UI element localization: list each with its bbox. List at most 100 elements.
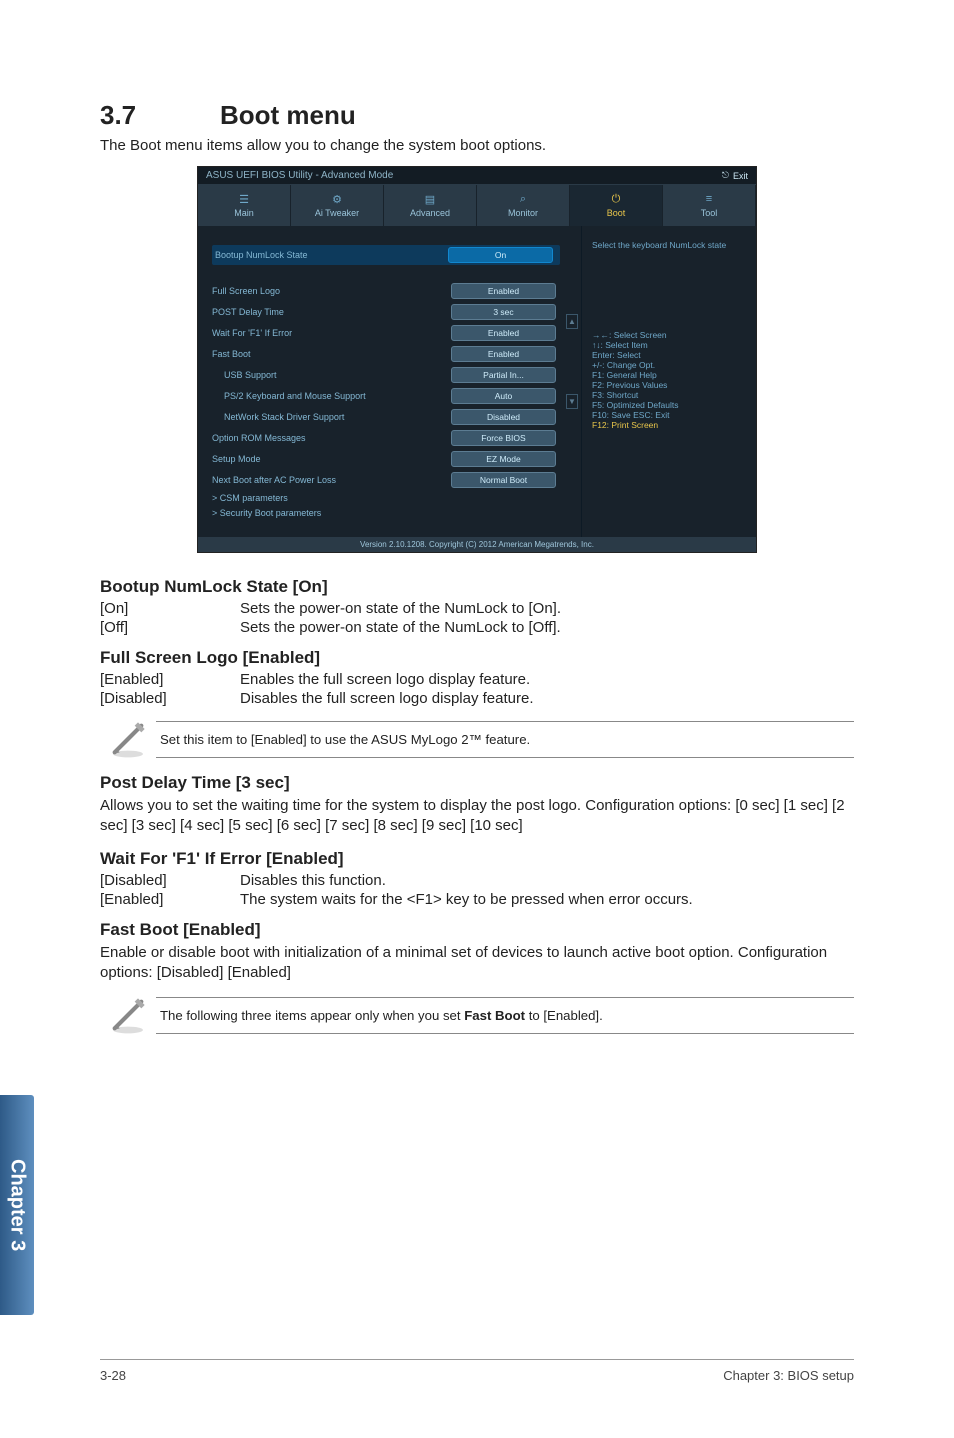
- post-delay-body: Allows you to set the waiting time for t…: [100, 796, 854, 837]
- bios-version-text: Version 2.10.1208. Copyright (C) 2012 Am…: [198, 537, 756, 552]
- section-title: Boot menu: [220, 100, 356, 130]
- row-network-stack[interactable]: NetWork Stack Driver SupportDisabled: [212, 409, 560, 425]
- opt-off-key: [Off]: [100, 619, 240, 636]
- opt-on-key: [On]: [100, 600, 240, 617]
- key-general-help: F1: General Help: [592, 370, 746, 380]
- submenu-security-boot[interactable]: > Security Boot parameters: [212, 508, 560, 518]
- footer-chapter: Chapter 3: BIOS setup: [723, 1368, 854, 1383]
- tab-tool[interactable]: ≡ Tool: [663, 185, 756, 226]
- note-icon: [100, 719, 156, 759]
- exit-icon: ⎋: [722, 170, 729, 181]
- row-ps2-support[interactable]: PS/2 Keyboard and Mouse SupportAuto: [212, 388, 560, 404]
- opt-enabled-key: [Enabled]: [100, 671, 240, 688]
- row-setup-label: Setup Mode: [212, 454, 451, 464]
- key-change-opt: +/-: Change Opt.: [592, 360, 746, 370]
- row-rom-label: Option ROM Messages: [212, 433, 451, 443]
- scroll-down-icon[interactable]: ▼: [566, 394, 578, 409]
- lead-text: The Boot menu items allow you to change …: [100, 137, 854, 154]
- row-usb-support[interactable]: USB SupportPartial In...: [212, 367, 560, 383]
- opt-f1-enabled-desc: The system waits for the <F1> key to be …: [240, 891, 693, 908]
- row-numlock[interactable]: Bootup NumLock StateOn: [212, 245, 560, 265]
- opt-on-desc: Sets the power-on state of the NumLock t…: [240, 600, 561, 617]
- row-ps2-value: Auto: [451, 388, 556, 404]
- submenu-csm[interactable]: > CSM parameters: [212, 493, 560, 503]
- key-select-screen: →←: Select Screen: [592, 330, 746, 340]
- chapter-sidebar: Chapter 3: [0, 1095, 34, 1315]
- row-net-value: Disabled: [451, 409, 556, 425]
- tab-main[interactable]: ☰Main: [198, 185, 291, 226]
- row-rom-value: Force BIOS: [451, 430, 556, 446]
- row-usb-value: Partial In...: [451, 367, 556, 383]
- note-icon: [100, 995, 156, 1035]
- bios-exit-button[interactable]: ⎋ Exit: [722, 170, 748, 181]
- key-shortcut: F3: Shortcut: [592, 390, 746, 400]
- key-previous-values: F2: Previous Values: [592, 380, 746, 390]
- key-optimized-defaults: F5: Optimized Defaults: [592, 400, 746, 410]
- tab-advanced[interactable]: ▤ Advanced: [384, 185, 477, 226]
- tab-main-label: Main: [202, 208, 286, 218]
- opt-disabled-desc: Disables the full screen logo display fe…: [240, 690, 534, 707]
- tab-monitor[interactable]: ⌕ Monitor: [477, 185, 570, 226]
- bios-screenshot: ASUS UEFI BIOS Utility - Advanced Mode ⎋…: [197, 166, 757, 553]
- row-delay-label: POST Delay Time: [212, 307, 451, 317]
- tool-icon: ≡: [667, 193, 751, 205]
- row-net-label: NetWork Stack Driver Support: [212, 412, 451, 422]
- row-wait-f1[interactable]: Wait For 'F1' If ErrorEnabled: [212, 325, 560, 341]
- heading-numlock: Bootup NumLock State [On]: [100, 577, 854, 597]
- page-number: 3-28: [100, 1368, 126, 1383]
- row-numlock-label: Bootup NumLock State: [215, 250, 448, 260]
- note-fast-prefix: The following three items appear only wh…: [160, 1008, 464, 1023]
- tab-boot-label: Boot: [574, 208, 658, 218]
- row-fast-boot[interactable]: Fast BootEnabled: [212, 346, 560, 362]
- row-f1-value: Enabled: [451, 325, 556, 341]
- row-setup-value: EZ Mode: [451, 451, 556, 467]
- opt-f1-enabled-key: [Enabled]: [100, 891, 240, 908]
- row-f1-label: Wait For 'F1' If Error: [212, 328, 451, 338]
- heading-post-delay: Post Delay Time [3 sec]: [100, 773, 854, 793]
- fast-boot-body: Enable or disable boot with initializati…: [100, 943, 854, 984]
- exit-label: Exit: [733, 171, 748, 181]
- opt-disabled-key: [Disabled]: [100, 690, 240, 707]
- opt-off-desc: Sets the power-on state of the NumLock t…: [240, 619, 561, 636]
- chip-icon: ▤: [388, 193, 472, 205]
- tab-ai-tweaker[interactable]: ⚙Ai Tweaker: [291, 185, 384, 226]
- note-mylogo: Set this item to [Enabled] to use the AS…: [100, 719, 854, 759]
- row-fast-label: Fast Boot: [212, 349, 451, 359]
- tweak-icon: ⚙: [295, 193, 379, 205]
- note-fast-boot-text: The following three items appear only wh…: [156, 997, 854, 1034]
- row-post-delay[interactable]: POST Delay Time3 sec: [212, 304, 560, 320]
- row-ps2-label: PS/2 Keyboard and Mouse Support: [212, 391, 451, 401]
- row-numlock-value: On: [448, 247, 553, 263]
- page-footer: 3-28 Chapter 3: BIOS setup: [100, 1359, 854, 1383]
- key-save-exit: F10: Save ESC: Exit: [592, 410, 746, 420]
- row-next-boot-ac[interactable]: Next Boot after AC Power LossNormal Boot: [212, 472, 560, 488]
- note-fast-boot: The following three items appear only wh…: [100, 995, 854, 1035]
- row-acloss-value: Normal Boot: [451, 472, 556, 488]
- tab-monitor-label: Monitor: [481, 208, 565, 218]
- tab-boot[interactable]: ⏻ Boot: [570, 185, 663, 226]
- note-fast-suffix: to [Enabled].: [525, 1008, 603, 1023]
- row-setup-mode[interactable]: Setup ModeEZ Mode: [212, 451, 560, 467]
- row-logo-label: Full Screen Logo: [212, 286, 451, 296]
- tab-tool-label: Tool: [667, 208, 751, 218]
- tab-advanced-label: Advanced: [388, 208, 472, 218]
- section-heading: 3.7Boot menu: [100, 100, 854, 131]
- key-enter: Enter: Select: [592, 350, 746, 360]
- opt-enabled-desc: Enables the full screen logo display fea…: [240, 671, 530, 688]
- row-fullscreen-logo[interactable]: Full Screen LogoEnabled: [212, 283, 560, 299]
- section-number: 3.7: [100, 100, 220, 131]
- scroll-up-icon[interactable]: ▲: [566, 314, 578, 329]
- row-logo-value: Enabled: [451, 283, 556, 299]
- row-option-rom[interactable]: Option ROM MessagesForce BIOS: [212, 430, 560, 446]
- key-select-item: ↑↓: Select Item: [592, 340, 746, 350]
- heading-fast-boot: Fast Boot [Enabled]: [100, 920, 854, 940]
- row-acloss-label: Next Boot after AC Power Loss: [212, 475, 451, 485]
- monitor-icon: ⌕: [481, 193, 565, 205]
- row-delay-value: 3 sec: [451, 304, 556, 320]
- opt-f1-disabled-key: [Disabled]: [100, 872, 240, 889]
- row-fast-value: Enabled: [451, 346, 556, 362]
- note-fast-bold: Fast Boot: [464, 1008, 525, 1023]
- power-icon: ⏻: [574, 193, 658, 205]
- heading-wait-f1: Wait For 'F1' If Error [Enabled]: [100, 849, 854, 869]
- bios-help-text: Select the keyboard NumLock state: [592, 240, 746, 250]
